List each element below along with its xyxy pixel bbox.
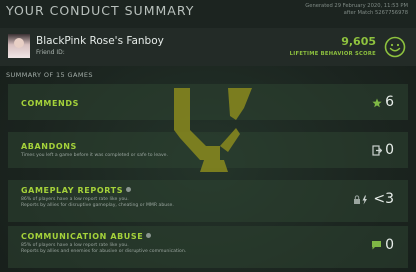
header-bar: YOUR CONDUCT SUMMARY Generated 29 Februa… — [0, 0, 416, 28]
after-match: after Match 5267756978 — [343, 10, 408, 16]
communication-abuse-title: COMMUNICATION ABUSE — [21, 232, 144, 241]
commends-label: COMMENDS — [21, 99, 79, 108]
player-name: BlackPink Rose's Fanboy — [36, 35, 164, 47]
commends-value: 6 — [385, 94, 394, 110]
gameplay-reports-description: 86% of players have a low report rate li… — [21, 197, 174, 210]
gameplay-reports-label: GAMEPLAY REPORTS — [21, 186, 132, 195]
gameplay-reports-detail: Reports by allies for disruptive gamepla… — [21, 203, 174, 209]
gameplay-reports-row: GAMEPLAY REPORTS 86% of players have a l… — [8, 180, 408, 222]
emblem-watermark — [174, 88, 252, 172]
star-plus-icon — [372, 98, 382, 108]
behavior-score: 9,605 — [341, 35, 376, 48]
gameplay-reports-value: <3 — [373, 191, 394, 207]
communication-abuse-description: 85% of players have a low report rate li… — [21, 243, 186, 256]
chat-bubble-icon — [372, 241, 381, 250]
games-summary-label: SUMMARY OF 15 GAMES — [6, 71, 93, 79]
generated-date: Generated 29 February 2020, 11:53 PM — [305, 3, 408, 9]
communication-abuse-detail: Reports by allies and enemies for abusiv… — [21, 249, 187, 255]
abandons-label: ABANDONS — [21, 142, 77, 151]
communication-abuse-label: COMMUNICATION ABUSE — [21, 232, 152, 241]
generated-info: Generated 29 February 2020, 11:53 PM aft… — [305, 3, 408, 17]
abandons-description: Times you left a game before it was comp… — [21, 153, 168, 158]
friend-id: Friend ID: — [36, 49, 65, 56]
smiley-face-icon — [384, 36, 406, 58]
page-title: YOUR CONDUCT SUMMARY — [6, 3, 195, 18]
abandons-value: 0 — [385, 142, 394, 158]
gameplay-reports-title: GAMEPLAY REPORTS — [21, 186, 124, 195]
communication-abuse-value: 0 — [385, 237, 394, 253]
info-icon[interactable] — [146, 233, 152, 238]
exit-door-icon — [372, 145, 382, 156]
behavior-score-label: LIFETIME BEHAVIOR SCORE — [289, 51, 376, 57]
communication-abuse-row: COMMUNICATION ABUSE 85% of players have … — [8, 226, 408, 268]
info-icon[interactable] — [126, 187, 132, 192]
lock-bolt-icon — [354, 195, 367, 205]
avatar[interactable] — [8, 34, 30, 58]
